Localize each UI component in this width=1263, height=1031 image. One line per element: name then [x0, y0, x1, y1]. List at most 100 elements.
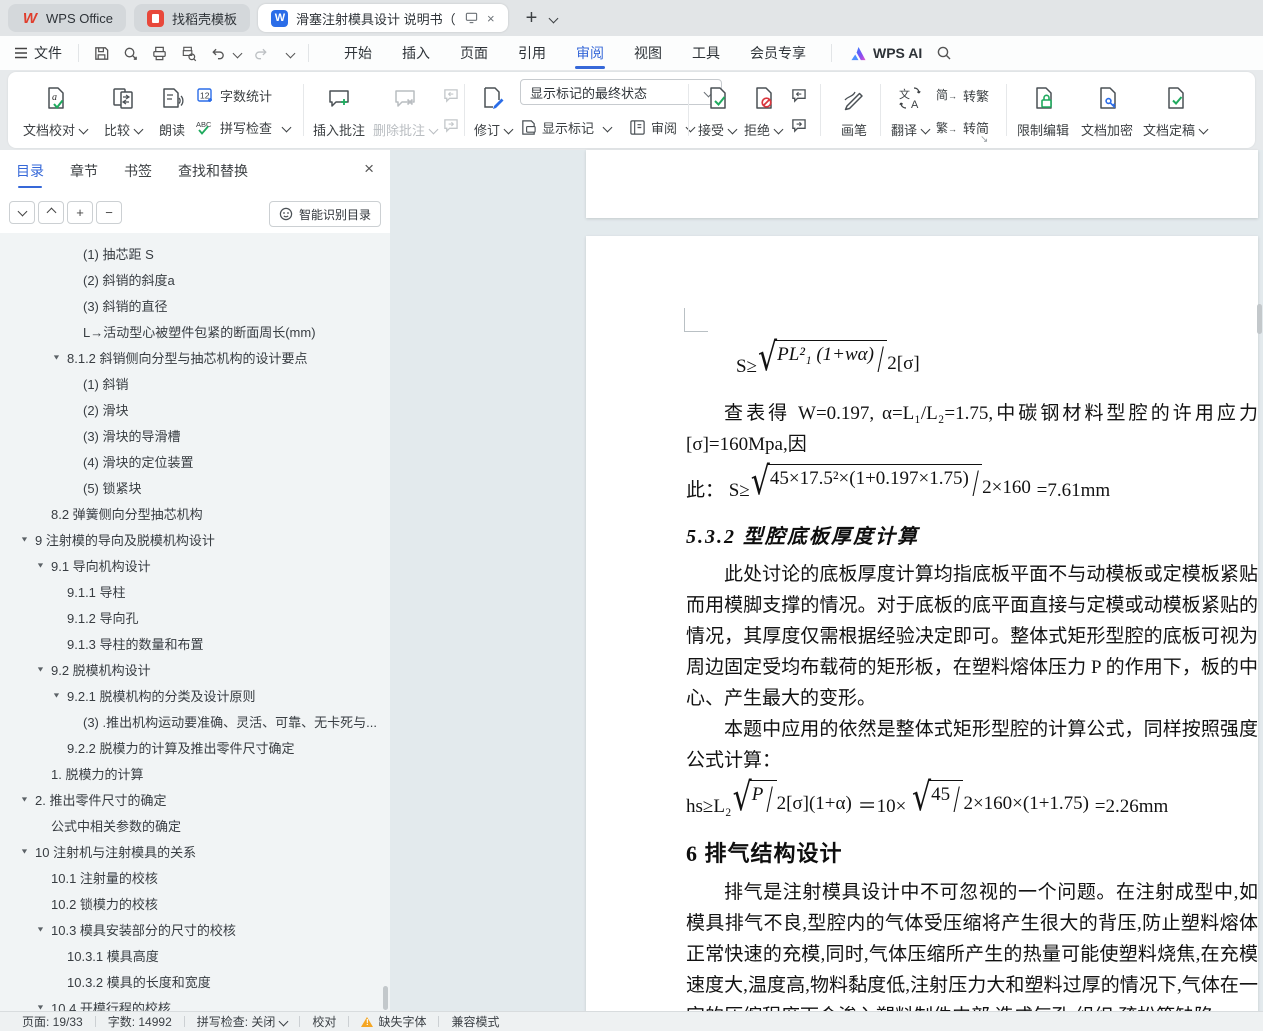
- caret-down-icon[interactable]: ▼: [36, 1003, 51, 1011]
- toc-item[interactable]: ▼ (1) 抽芯距 S: [0, 240, 390, 266]
- toc-item[interactable]: ▼ (3) .推出机构运动要准确、灵活、可靠、无卡死与...: [0, 708, 390, 734]
- spell-check-button[interactable]: ABC 拼写检查: [196, 116, 292, 138]
- toc-item[interactable]: ▼ 公式中相关参数的确定: [0, 812, 390, 838]
- tab-docer-templates[interactable]: 找稻壳模板: [133, 4, 250, 32]
- wps-ai-button[interactable]: WPS AI: [850, 45, 922, 61]
- tab-wps-office[interactable]: W WPS Office: [8, 4, 126, 32]
- toc-item[interactable]: ▼ (4) 滑块的定位装置: [0, 448, 390, 474]
- customize-toolbar-chevron-icon[interactable]: [285, 48, 296, 58]
- toc-item[interactable]: ▼ 2. 推出零件尺寸的确定: [0, 786, 390, 812]
- print-preview-icon[interactable]: [180, 45, 197, 62]
- sidebar-scrollbar-thumb[interactable]: [383, 986, 388, 1010]
- pen-button[interactable]: 画笔: [830, 72, 878, 148]
- toc-item[interactable]: ▼ 10.3.2 模具的长度和宽度: [0, 968, 390, 994]
- menu-item[interactable]: 会员专享: [735, 36, 821, 70]
- print-icon[interactable]: [151, 45, 168, 62]
- toc-zoom-in-button[interactable]: +: [67, 201, 93, 224]
- smart-toc-button[interactable]: 智能识别目录: [268, 201, 381, 227]
- spellcheck-status[interactable]: 拼写检查: 关闭: [185, 1013, 300, 1030]
- group-expand-icon[interactable]: ↘: [980, 134, 988, 145]
- finalize-document-button[interactable]: 文档定稿: [1140, 72, 1210, 148]
- toc-item[interactable]: ▼ 9.2.2 脱模力的计算及推出零件尺寸确定: [0, 734, 390, 760]
- toc-item[interactable]: ▼ (1) 斜销: [0, 370, 390, 396]
- toc-item[interactable]: ▼ (3) 滑块的导滑槽: [0, 422, 390, 448]
- word-count-indicator[interactable]: 字数: 14992: [96, 1013, 184, 1030]
- previous-change-icon[interactable]: [790, 88, 807, 108]
- sidebar-tab[interactable]: 查找和替换: [178, 150, 248, 192]
- menu-item[interactable]: 插入: [387, 36, 445, 70]
- toc-item[interactable]: ▼ 9.2.1 脱模机构的分类及设计原则: [0, 682, 390, 708]
- toc-item[interactable]: ▼ 10.3.1 模具高度: [0, 942, 390, 968]
- show-markup-button[interactable]: 显示标记: [542, 118, 594, 137]
- insert-comment-button[interactable]: 插入批注: [308, 72, 370, 148]
- next-change-icon[interactable]: [790, 118, 807, 138]
- tab-document-active[interactable]: W 滑塞注射模具设计 说明书（论 ×: [257, 4, 508, 32]
- toc-item[interactable]: ▼ (2) 斜销的斜度a: [0, 266, 390, 292]
- caret-down-icon[interactable]: ▼: [20, 847, 35, 855]
- tab-list-chevron-icon[interactable]: [548, 13, 559, 23]
- toc-item[interactable]: ▼ 10.2 锁模力的校核: [0, 890, 390, 916]
- menu-item[interactable]: 页面: [445, 36, 503, 70]
- caret-down-icon[interactable]: ▼: [20, 535, 35, 543]
- missing-font-warning[interactable]: 缺失字体: [349, 1013, 438, 1030]
- toc-item[interactable]: ▼ 8.1.2 斜销侧向分型与抽芯机构的设计要点: [0, 344, 390, 370]
- toc-item[interactable]: ▼ 10.1 注射量的校核: [0, 864, 390, 890]
- toc-item[interactable]: ▼ 8.2 弹簧侧向分型抽芯机构: [0, 500, 390, 526]
- search-icon[interactable]: [936, 45, 952, 61]
- markup-state-dropdown[interactable]: 显示标记的最终状态: [520, 79, 722, 105]
- toc-collapse-all-button[interactable]: [38, 201, 64, 224]
- monitor-icon[interactable]: [465, 11, 478, 26]
- toc-item[interactable]: ▼ 9.2 脱模机构设计: [0, 656, 390, 682]
- close-sidebar-icon[interactable]: ×: [364, 160, 374, 177]
- caret-down-icon[interactable]: ▼: [36, 665, 51, 673]
- caret-down-icon[interactable]: ▼: [36, 925, 51, 933]
- caret-down-icon[interactable]: ▼: [36, 561, 51, 569]
- encrypt-document-button[interactable]: 文档加密: [1076, 72, 1138, 148]
- track-changes-button[interactable]: 修订: [470, 72, 516, 148]
- toc-expand-all-button[interactable]: [9, 201, 35, 224]
- accept-button[interactable]: 接受: [694, 72, 740, 148]
- reject-button[interactable]: 拒绝: [740, 72, 786, 148]
- page-indicator[interactable]: 页面: 19/33: [10, 1013, 95, 1030]
- close-tab-icon[interactable]: ×: [487, 12, 495, 25]
- toc-item[interactable]: ▼ 9.1.1 导柱: [0, 578, 390, 604]
- translate-button[interactable]: 文A 翻译: [886, 72, 934, 148]
- sidebar-tab[interactable]: 书签: [124, 150, 152, 192]
- toc-item[interactable]: ▼ (3) 斜销的直径: [0, 292, 390, 318]
- sidebar-tab[interactable]: 目录: [16, 150, 44, 192]
- toc-item[interactable]: ▼ 10.3 模具安装部分的尺寸的校核: [0, 916, 390, 942]
- proofread-button[interactable]: 校对: [300, 1013, 348, 1030]
- caret-down-icon[interactable]: ▼: [20, 795, 35, 803]
- toc-item[interactable]: ▼ 9.1.2 导向孔: [0, 604, 390, 630]
- caret-down-icon[interactable]: ▼: [52, 691, 67, 699]
- doc-proof-button[interactable]: a 文档校对: [18, 72, 92, 148]
- menu-item[interactable]: 开始: [329, 36, 387, 70]
- menu-item[interactable]: 工具: [677, 36, 735, 70]
- toc-item[interactable]: ▼ (2) 滑块: [0, 396, 390, 422]
- menu-item[interactable]: 视图: [619, 36, 677, 70]
- word-count-button[interactable]: 12 字数统计: [196, 84, 272, 106]
- undo-icon[interactable]: [209, 45, 226, 62]
- sidebar-tab[interactable]: 章节: [70, 150, 98, 192]
- file-menu-button[interactable]: 文件: [0, 43, 74, 63]
- caret-down-icon[interactable]: ▼: [52, 353, 67, 361]
- new-tab-button[interactable]: +: [520, 7, 544, 30]
- read-aloud-button[interactable]: 朗读: [150, 72, 194, 148]
- toc-item[interactable]: ▼ 10 注射机与注射模具的关系: [0, 838, 390, 864]
- compat-mode-indicator[interactable]: 兼容模式: [439, 1013, 511, 1030]
- menu-item[interactable]: 引用: [503, 36, 561, 70]
- menu-item[interactable]: 审阅: [561, 36, 619, 70]
- restrict-editing-button[interactable]: 限制编辑: [1012, 72, 1074, 148]
- export-pdf-icon[interactable]: [122, 45, 139, 62]
- toc-item[interactable]: ▼ L→活动型心被塑件包紧的断面周长(mm): [0, 318, 390, 344]
- compare-button[interactable]: 比较: [96, 72, 150, 148]
- toc-item[interactable]: ▼ 9.1.3 导柱的数量和布置: [0, 630, 390, 656]
- review-pane-button[interactable]: 审阅: [651, 118, 677, 137]
- toc-item[interactable]: ▼ 9.1 导向机构设计: [0, 552, 390, 578]
- page-current[interactable]: S≥ √ PL²₁ (1+wα)/2[σ] 查表得 W=0.197, α=L₁/L…: [586, 236, 1258, 1026]
- toc-item[interactable]: ▼ (5) 锁紧块: [0, 474, 390, 500]
- save-icon[interactable]: [93, 45, 110, 62]
- toc-zoom-out-button[interactable]: −: [96, 201, 122, 224]
- document-scrollbar-thumb[interactable]: [1257, 304, 1262, 334]
- toc-item[interactable]: ▼ 9 注射模的导向及脱模机构设计: [0, 526, 390, 552]
